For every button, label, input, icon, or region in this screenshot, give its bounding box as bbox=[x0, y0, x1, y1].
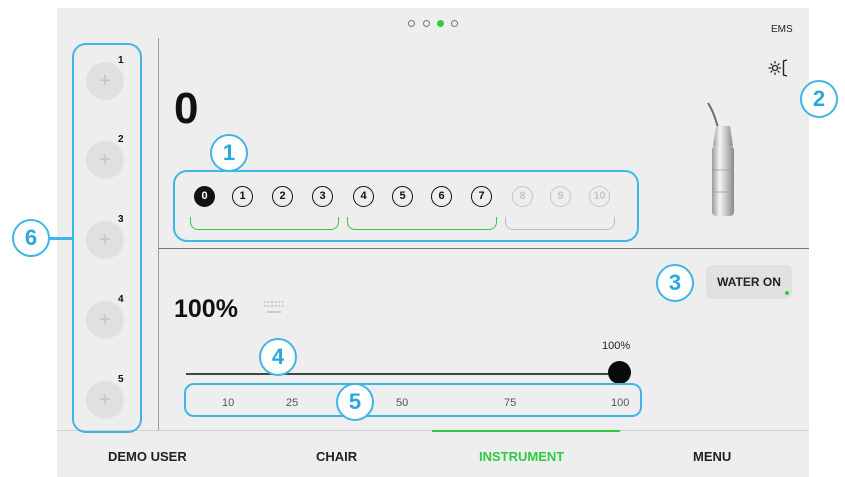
callout-box-presets bbox=[72, 43, 142, 433]
handpiece-image bbox=[700, 100, 750, 220]
water-flow-icon bbox=[262, 299, 286, 317]
page-dot-4[interactable] bbox=[451, 20, 458, 27]
nav-instrument[interactable]: INSTRUMENT bbox=[479, 449, 564, 464]
page-dot-3[interactable] bbox=[437, 20, 444, 27]
brand-label: EMS bbox=[771, 24, 793, 35]
water-slider-track[interactable] bbox=[186, 373, 618, 375]
nav-menu[interactable]: MENU bbox=[693, 449, 731, 464]
vertical-divider bbox=[158, 38, 159, 430]
callout-connector bbox=[48, 237, 72, 240]
callout-number-6: 6 bbox=[12, 219, 50, 257]
water-percentage: 100% bbox=[174, 295, 238, 323]
page-dot-2[interactable] bbox=[423, 20, 430, 27]
callout-number-5: 5 bbox=[336, 383, 374, 421]
section-divider bbox=[158, 248, 809, 249]
page-dot-1[interactable] bbox=[408, 20, 415, 27]
callout-box-scale bbox=[184, 383, 642, 417]
water-status-indicator bbox=[785, 291, 789, 295]
callout-box-power-levels bbox=[173, 170, 639, 242]
callout-number-4: 4 bbox=[259, 338, 297, 376]
water-slider-thumb[interactable] bbox=[608, 361, 631, 384]
power-value: 0 bbox=[174, 84, 199, 133]
active-tab-indicator bbox=[432, 430, 620, 432]
callout-number-1: 1 bbox=[210, 134, 248, 172]
nav-demo-user[interactable]: DEMO USER bbox=[108, 449, 187, 464]
water-button-label: WATER ON bbox=[717, 275, 781, 289]
callout-number-2: 2 bbox=[800, 80, 838, 118]
light-icon[interactable] bbox=[768, 58, 790, 78]
callout-number-3: 3 bbox=[656, 264, 694, 302]
slider-value-label: 100% bbox=[602, 340, 631, 352]
nav-chair[interactable]: CHAIR bbox=[316, 449, 357, 464]
water-toggle-button[interactable]: WATER ON bbox=[706, 265, 792, 299]
